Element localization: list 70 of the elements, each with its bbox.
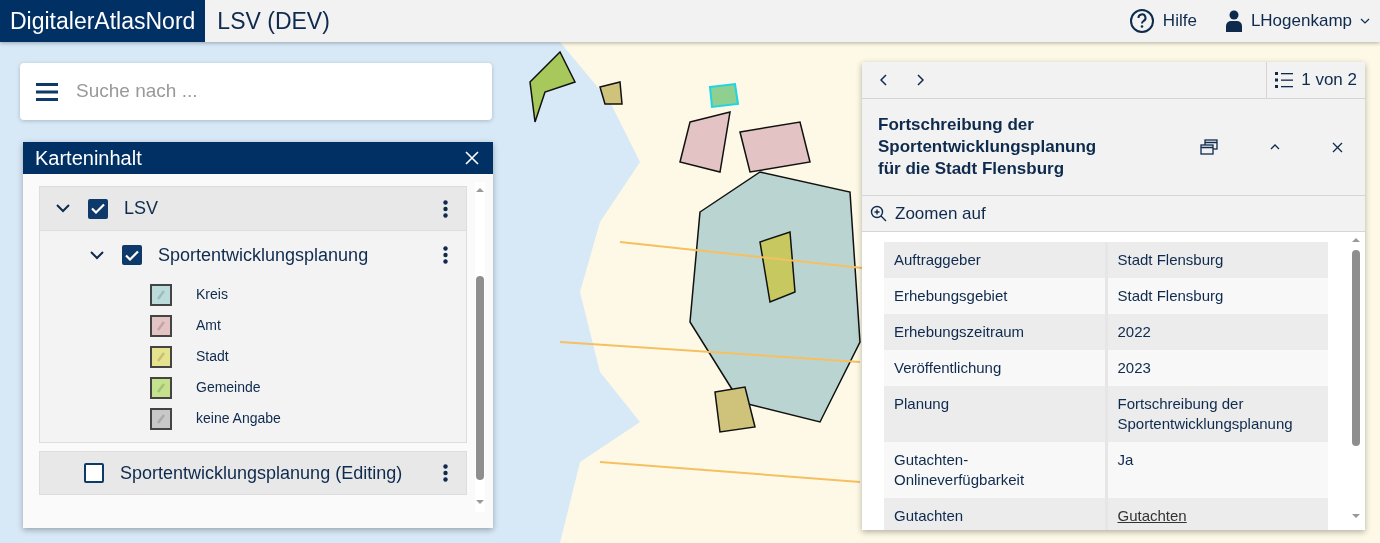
menu-icon [36,82,58,101]
attribute-label: Planung [884,386,1106,442]
layer-name: LSV [124,197,160,220]
district-shape[interactable] [739,121,811,173]
app-title: LSV (DEV) [216,7,331,36]
expand-button[interactable] [88,248,106,262]
layer-name: Sportentwicklungsplanung (Editing) [120,461,404,485]
district-shape[interactable] [679,111,731,173]
more-options-button[interactable] [441,244,450,266]
zoom-in-icon [870,205,887,222]
help-button[interactable]: Hilfe [1122,7,1203,35]
close-icon [1332,141,1343,153]
next-button[interactable] [914,72,926,88]
help-icon [1128,8,1155,34]
attribute-value: Fortschreibung der Sportentwicklungsplanung [1106,386,1328,442]
attribute-value: Stadt Flensburg [1106,278,1328,314]
layer-name: Sportentwicklungsplanung [158,243,370,267]
search-field[interactable]: Suche nach ... [74,76,454,107]
expand-button[interactable] [54,202,72,215]
previous-button[interactable] [878,72,890,88]
legend-label: Stadt [196,347,229,366]
close-button[interactable] [463,149,481,167]
list-icon [1275,72,1294,88]
detach-button[interactable] [1198,137,1220,157]
close-icon [465,151,479,165]
attribute-value: Ja [1106,442,1328,498]
chevron-right-icon [916,74,924,86]
checkbox[interactable] [88,198,108,219]
result-list-button[interactable]: 1 von 2 [1266,62,1365,98]
legend-label: keine Angabe [196,409,281,428]
district-shape[interactable] [529,50,577,123]
brand-logo[interactable]: DigitalerAtlasNord [0,0,206,42]
document-link[interactable]: Gutachten [1117,507,1187,524]
collapse-button[interactable] [1268,142,1282,152]
panel-title: Karteninhalt [35,146,142,170]
more-options-button[interactable] [441,462,450,484]
chevron-down-icon [56,204,70,213]
scrollbar[interactable] [475,182,485,512]
user-menu-button[interactable]: LHogenkamp [1218,7,1376,35]
attribute-label: Erhebungszeitraum [884,314,1106,350]
more-icon [443,246,448,264]
attribute-value: 2022 [1106,314,1328,350]
attribute-value: 2023 [1106,350,1328,386]
attribute-label: Auftraggeber [884,242,1106,278]
person-icon [1224,10,1243,32]
more-icon [443,199,448,218]
attribute-label: Gutachten [884,498,1106,530]
more-options-button[interactable] [441,197,450,220]
attribute-label: Erhebungsgebiet [884,278,1106,314]
checkbox[interactable] [122,245,142,265]
search-bar[interactable]: Suche nach ... [20,63,492,120]
chevron-up-icon [1270,144,1280,150]
attribute-value: Stadt Flensburg [1106,242,1328,278]
windows-icon [1200,139,1218,155]
more-icon [443,464,448,482]
district-shape[interactable] [759,231,796,304]
district-shape[interactable] [714,386,756,433]
feature-title: Fortschreibung der Sportentwicklungsplanung für die Stadt Flensburg [878,114,1098,180]
chevron-left-icon [880,74,888,86]
attribute-label: Veröffentlichung [884,350,1106,386]
caret-icon [1360,18,1370,24]
checkbox[interactable] [84,463,104,483]
attribute-label: Gutachten-Onlineverfügbarkeit [884,442,1106,498]
district-shape[interactable] [599,81,623,105]
legend-label: Kreis [196,285,228,304]
zoom-to-button[interactable]: Zoomen auf [862,196,1365,231]
legend-label: Amt [196,316,221,335]
chevron-down-icon [90,250,104,260]
legend-label: Gemeinde [196,378,261,397]
district-shape[interactable] [689,171,861,423]
